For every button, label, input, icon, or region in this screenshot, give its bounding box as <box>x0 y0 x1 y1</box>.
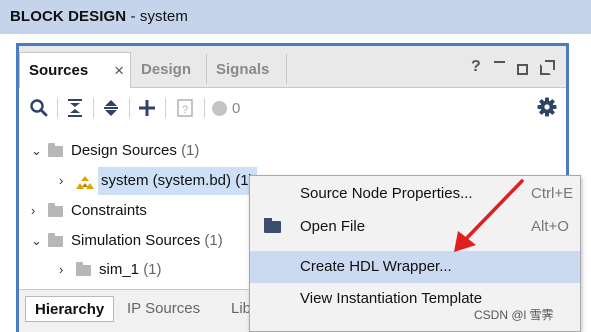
minimize-icon[interactable] <box>494 61 505 63</box>
chevron-down-icon[interactable]: ⌄ <box>31 227 42 255</box>
chevron-right-icon[interactable]: › <box>31 197 35 225</box>
close-tab-icon[interactable]: × <box>114 53 124 89</box>
watermark: CSDN @l 雪霁 <box>474 308 554 322</box>
folder-icon <box>48 233 63 247</box>
tab-signals[interactable]: Signals <box>207 52 285 88</box>
add-source-icon[interactable] <box>135 96 159 120</box>
status-counter: 0 <box>212 96 252 120</box>
chevron-right-icon[interactable]: › <box>59 256 63 284</box>
toolbar-divider <box>204 98 205 118</box>
toolbar-divider <box>57 98 58 118</box>
expand-all-icon[interactable] <box>99 96 123 120</box>
open-folder-icon <box>264 218 281 233</box>
status-dot-icon <box>212 100 227 116</box>
toolbar-divider <box>93 98 94 118</box>
toolbar-divider <box>129 98 130 118</box>
collapse-all-icon[interactable] <box>63 96 87 120</box>
folder-icon <box>48 203 63 217</box>
tab-hierarchy[interactable]: Hierarchy <box>25 296 115 322</box>
folder-icon <box>48 143 63 157</box>
search-icon[interactable] <box>27 96 51 120</box>
window-title: BLOCK DESIGN - system <box>10 8 188 25</box>
panel-tab-bar: Sources × Design Signals ? <box>19 46 566 89</box>
tab-sources[interactable]: Sources × <box>19 52 131 89</box>
toolbar-divider <box>165 98 166 118</box>
tab-ip-sources[interactable]: IP Sources <box>127 296 200 322</box>
block-design-titlebar: BLOCK DESIGN - system <box>0 0 591 34</box>
sources-toolbar: ? 0 <box>19 88 566 128</box>
chevron-right-icon[interactable]: › <box>59 167 63 195</box>
gear-icon[interactable] <box>537 97 557 117</box>
properties-icon[interactable]: ? <box>173 96 197 120</box>
chevron-down-icon[interactable]: ⌄ <box>31 137 42 165</box>
help-icon[interactable]: ? <box>471 58 481 76</box>
tab-design[interactable]: Design <box>132 52 202 88</box>
svg-text:?: ? <box>182 104 188 116</box>
tab-divider <box>286 54 287 84</box>
annotation-arrow <box>454 179 524 252</box>
maximize-icon[interactable] <box>517 64 528 75</box>
float-window-icon[interactable] <box>540 60 555 75</box>
folder-icon <box>76 262 91 276</box>
